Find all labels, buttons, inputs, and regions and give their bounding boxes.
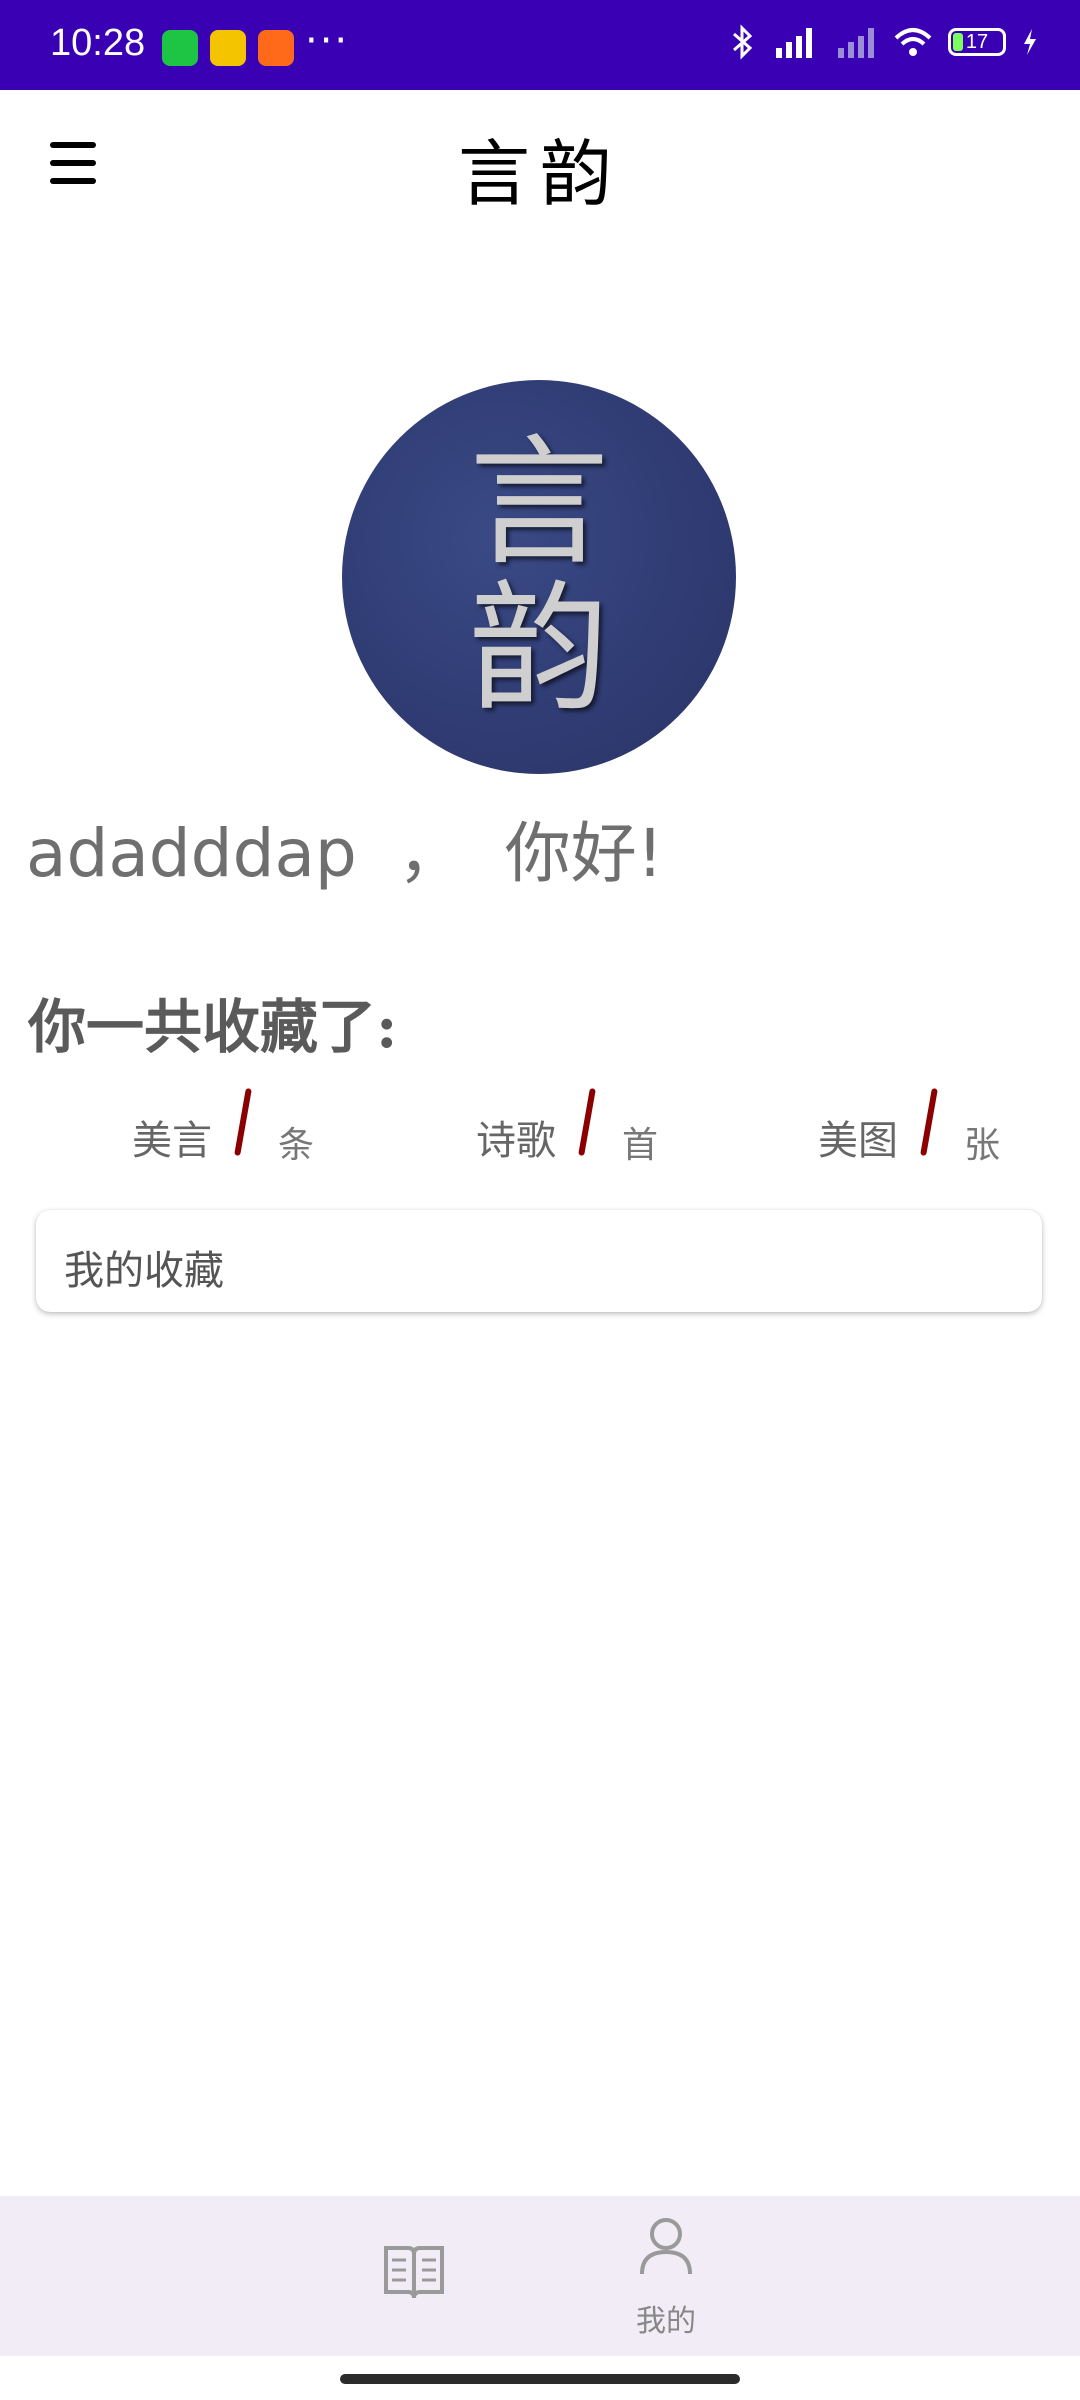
video-app-icon <box>258 30 294 66</box>
stat-divider <box>578 1087 596 1157</box>
stat-unit: 首 <box>622 1125 659 1166</box>
nav-label-mine: 我的 <box>636 2304 696 2339</box>
greeting: adadddap ， 你好! <box>26 800 663 896</box>
stat-unit: 张 <box>964 1125 1001 1166</box>
bottom-navigation: 我的 <box>0 2196 1080 2356</box>
greeting-separator: ， <box>397 815 464 892</box>
battery-icon: 17 <box>948 28 1006 56</box>
charging-icon <box>1024 29 1036 55</box>
my-collection-label: 我的收藏 <box>64 1248 224 1294</box>
status-time: 10:28 <box>50 22 146 64</box>
nav-item-mine[interactable]: 我的 <box>566 2196 766 2356</box>
collection-total-title: 你一共收藏了: <box>28 993 398 1061</box>
stat-divider <box>920 1087 938 1157</box>
app-bar: 言韵 <box>0 90 1080 240</box>
greeting-text: 你好! <box>504 815 664 892</box>
collection-stats: 美言 条 诗歌 首 美图 张 <box>0 1080 1080 1166</box>
avatar-char-1: 言 <box>468 422 609 585</box>
signal-weak-icon <box>838 28 874 58</box>
my-collection-button[interactable]: 我的收藏 <box>36 1210 1042 1312</box>
stat-divider <box>234 1087 252 1157</box>
book-icon <box>384 2246 444 2299</box>
person-icon <box>640 2218 692 2275</box>
avatar-char-2: 韵 <box>468 568 609 731</box>
avatar: 言 韵 <box>342 380 736 774</box>
username: adadddap <box>26 815 357 892</box>
stat-label: 美图 <box>818 1118 898 1164</box>
battery-level: 17 <box>965 30 989 53</box>
news-app-icon <box>210 30 246 66</box>
status-bar: 10:28 ··· 17 <box>0 0 1080 90</box>
stat-label: 诗歌 <box>476 1118 556 1164</box>
stat-label: 美言 <box>132 1118 212 1164</box>
wifi-icon <box>894 28 932 56</box>
wechat-icon <box>162 30 198 66</box>
more-notifications-icon: ··· <box>305 18 350 64</box>
gesture-bar[interactable] <box>340 2374 740 2384</box>
stat-unit: 条 <box>278 1125 315 1166</box>
bluetooth-icon <box>733 24 753 60</box>
signal-icon <box>776 28 812 58</box>
nav-item-read[interactable] <box>314 2196 514 2356</box>
app-title: 言韵 <box>457 132 622 216</box>
status-indicators: 17 <box>728 24 1040 60</box>
